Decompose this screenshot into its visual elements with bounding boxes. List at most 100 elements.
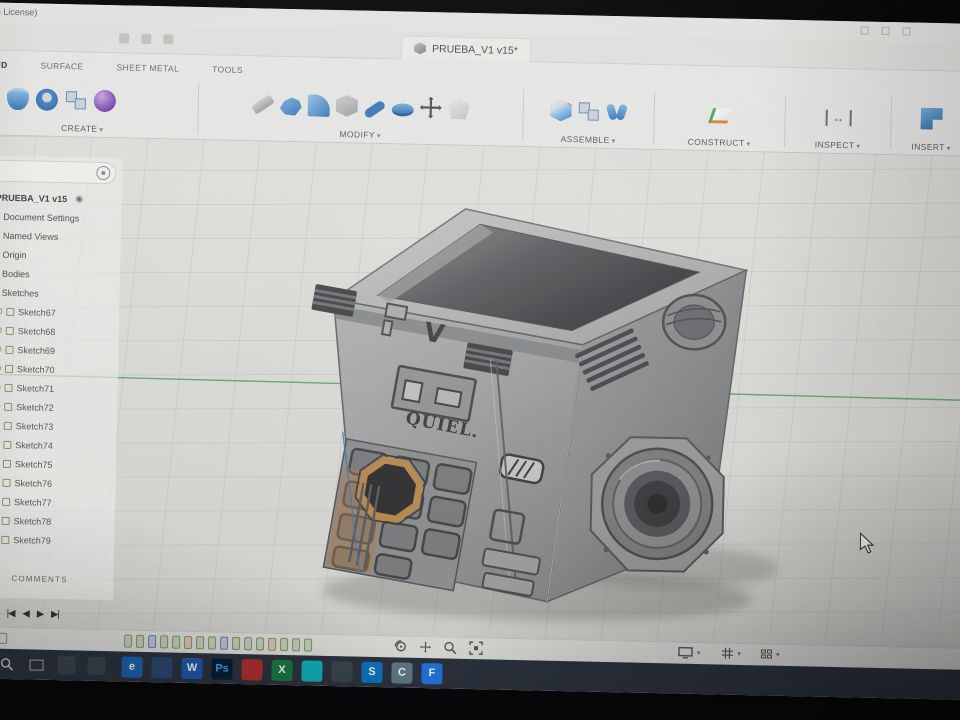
browser-sketch-item[interactable]: Sketch67 — [0, 301, 119, 324]
insert-menu[interactable]: INSERT▾ — [891, 141, 960, 153]
pinned-app-icon[interactable] — [87, 657, 105, 675]
task-view-button[interactable] — [21, 649, 52, 680]
pinned-app-icon[interactable] — [57, 656, 75, 674]
insert-icon[interactable] — [920, 107, 942, 129]
taskbar-app-icon[interactable]: Ps — [211, 658, 232, 679]
orbit-icon[interactable] — [394, 639, 408, 653]
timeline-playback-button[interactable]: |◀ — [7, 608, 15, 619]
browser-sketch-item[interactable]: Sketch76 — [0, 472, 116, 495]
join-icon[interactable] — [578, 100, 600, 122]
timeline-feature-icon[interactable] — [244, 637, 252, 650]
timeline-feature-icon[interactable] — [196, 636, 204, 649]
timeline-playback-button[interactable]: ▶ — [37, 609, 44, 620]
visibility-bulb-icon[interactable] — [0, 327, 2, 334]
browser-node[interactable]: ▸Bodies — [0, 263, 120, 286]
taskbar-app-icon[interactable] — [331, 661, 352, 682]
timeline-playback-button[interactable]: ▶| — [51, 609, 59, 620]
taskbar-app-icon[interactable]: W — [181, 657, 202, 678]
tab-sheet-metal[interactable]: SHEET METAL — [113, 59, 182, 76]
timeline-feature-icon[interactable] — [124, 635, 132, 648]
timeline-feature-icon[interactable] — [292, 638, 300, 651]
construction-plane-icon[interactable] — [708, 108, 732, 123]
assemble-menu[interactable]: ASSEMBLE▾ — [523, 133, 653, 146]
taskbar-app-icon[interactable]: S — [361, 661, 382, 682]
cylinder-icon[interactable] — [7, 87, 29, 109]
timeline-feature-icon[interactable] — [280, 638, 288, 651]
browser-header-pill[interactable] — [0, 159, 117, 184]
save-icon[interactable] — [141, 34, 151, 44]
quick-access-toolbar[interactable] — [119, 33, 173, 44]
fillet-icon[interactable] — [280, 93, 302, 115]
taskbar-app-icon[interactable]: F — [421, 663, 442, 684]
browser-node[interactable]: ▸Named Views — [0, 225, 121, 248]
visibility-bulb-icon[interactable] — [0, 346, 2, 353]
activate-component-icon[interactable]: ◉ — [75, 193, 83, 204]
offset-face-icon[interactable] — [363, 100, 386, 120]
timeline-feature-icon[interactable] — [172, 636, 180, 649]
combine-icon[interactable] — [336, 95, 358, 117]
timeline-feature-icon[interactable] — [148, 635, 156, 648]
browser-sketch-item[interactable]: Sketch69 — [0, 339, 119, 362]
taskbar-app-icon[interactable] — [241, 659, 262, 680]
browser-toggle-icon[interactable] — [96, 166, 110, 180]
browser-node[interactable]: ▾Sketches — [0, 282, 120, 305]
form-icon[interactable] — [94, 89, 116, 111]
visibility-bulb-icon[interactable] — [0, 308, 2, 315]
viewport-canvas[interactable]: V QUIEL. — [0, 135, 960, 648]
pattern-icon[interactable] — [65, 89, 87, 111]
timeline-feature-icon[interactable] — [208, 636, 216, 649]
pan-icon[interactable] — [420, 641, 431, 652]
hole-icon[interactable] — [36, 88, 58, 110]
taskbar-app-icon[interactable] — [151, 657, 172, 678]
comments-label[interactable]: COMMENTS — [11, 574, 67, 584]
press-pull-icon[interactable] — [251, 94, 275, 114]
delete-icon[interactable] — [448, 97, 470, 119]
move-copy-icon[interactable] — [420, 96, 442, 118]
visibility-bulb-icon[interactable] — [0, 384, 1, 391]
timeline-options-icon[interactable] — [0, 633, 7, 644]
browser-sketch-item[interactable]: Sketch74 — [0, 434, 117, 457]
browser-sketch-item[interactable]: Sketch68 — [0, 320, 119, 343]
browser-node[interactable]: ▸Origin — [0, 244, 121, 267]
shell-icon[interactable] — [308, 94, 330, 116]
visibility-bulb-icon[interactable] — [0, 365, 1, 372]
inspect-menu[interactable]: INSPECT▾ — [785, 139, 890, 151]
tab-surface[interactable]: SURFACE — [37, 57, 86, 74]
viewports-menu[interactable]: ▾ — [761, 649, 780, 658]
maximize-icon[interactable] — [881, 27, 889, 35]
timeline-feature-icon[interactable] — [268, 638, 276, 651]
minimize-icon[interactable] — [861, 26, 869, 34]
browser-sketch-item[interactable]: Sketch71 — [0, 377, 118, 400]
browser-node[interactable]: ▸Document Settings — [0, 206, 122, 229]
taskbar-app-icon[interactable]: e — [121, 656, 142, 677]
timeline-feature-icon[interactable] — [232, 637, 240, 650]
browser-sketch-item[interactable]: Sketch77 — [0, 491, 115, 514]
close-icon[interactable] — [902, 27, 910, 35]
measure-icon[interactable]: ↔ — [825, 110, 851, 127]
tab-tools[interactable]: TOOLS — [209, 61, 246, 78]
browser-sketch-item[interactable]: Sketch78 — [0, 510, 115, 533]
search-button[interactable] — [0, 649, 22, 680]
window-controls[interactable] — [861, 26, 911, 35]
grid-settings-menu[interactable]: ▾ — [720, 647, 741, 660]
browser-sketch-item[interactable]: Sketch79 — [0, 529, 114, 552]
browser-root-node[interactable]: ▾ PRUEBA_V1 v15 ◉ — [0, 187, 122, 210]
tab-solid[interactable]: SOLID — [0, 56, 11, 73]
browser-sketch-item[interactable]: Sketch73 — [0, 415, 117, 438]
3d-viewport[interactable]: V QUIEL. — [0, 135, 960, 648]
timeline-feature-icon[interactable] — [160, 635, 168, 648]
timeline-feature-icon[interactable] — [304, 638, 312, 651]
new-component-icon[interactable] — [550, 99, 572, 121]
taskbar-app-icon[interactable] — [301, 660, 322, 681]
taskbar-app-icon[interactable]: C — [391, 662, 412, 683]
timeline-feature-icon[interactable] — [256, 637, 264, 650]
file-menu-icon[interactable] — [119, 33, 129, 43]
browser-sketch-item[interactable]: Sketch75 — [0, 453, 116, 476]
document-tab[interactable]: PRUEBA_V1 v15* — [401, 35, 531, 62]
timeline-feature-icon[interactable] — [136, 635, 144, 648]
timeline-feature-icon[interactable] — [220, 637, 228, 650]
browser-sketch-item[interactable]: Sketch70 — [0, 358, 118, 381]
split-icon[interactable] — [392, 103, 414, 116]
model-3d[interactable]: V QUIEL. — [305, 206, 747, 606]
timeline-feature-icon[interactable] — [184, 636, 192, 649]
